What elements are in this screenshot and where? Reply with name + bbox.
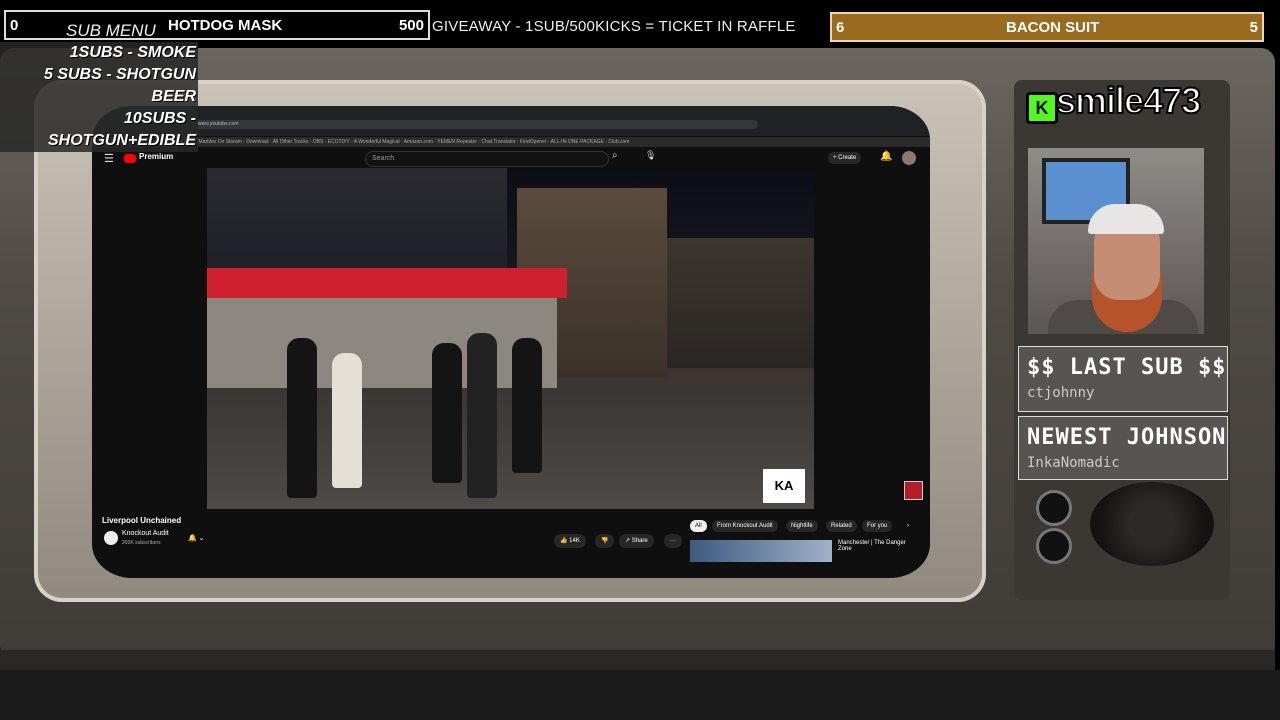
channel-name[interactable]: Knockout Audit: [122, 530, 169, 537]
channel-avatar[interactable]: [104, 531, 118, 545]
like-button[interactable]: 👍 14K: [554, 534, 586, 548]
goal-bar-left: 0 SUB MENU HOTDOG MASK 500: [4, 10, 430, 40]
share-label: Share: [631, 538, 648, 544]
dislike-button[interactable]: 👎: [595, 534, 615, 548]
floor: [0, 670, 1280, 720]
youtube-header: ☰ Premium Search ⌕ 🎙 + Create 🔔: [92, 148, 930, 168]
person: [332, 353, 362, 488]
submenu-item: 5 SUBS - SHOTGUN BEER: [43, 66, 196, 105]
shop-sign: [207, 268, 567, 298]
video-player[interactable]: KA: [207, 168, 814, 509]
chevron-right-icon[interactable]: ›: [902, 520, 914, 532]
newest-heading: NEWEST JOHNSON: [1027, 425, 1227, 450]
goal-title: HOTDOG MASK: [168, 17, 283, 34]
webcam-feed: [1028, 148, 1204, 334]
goal-target: 500: [398, 17, 424, 34]
hamburger-icon[interactable]: ☰: [104, 152, 114, 165]
search-input[interactable]: Search: [365, 151, 609, 167]
subscribe-bell-icon[interactable]: 🔔 ⌄: [188, 534, 205, 542]
streamer-hat: [1088, 204, 1164, 234]
address-bar[interactable]: www.youtube.com: [192, 120, 758, 129]
youtube-logo-text[interactable]: Premium: [139, 152, 173, 161]
last-sub-heading: $$ LAST SUB $$: [1027, 355, 1227, 380]
browser-chrome: www.youtube.com: [92, 106, 930, 136]
goal-bar-right: 6 BACON SUIT 5: [830, 12, 1264, 42]
ticker-text: GIVEAWAY - 1SUB/500KICKS = TICKET IN RAF…: [432, 18, 796, 35]
submenu-title: SUB MENU: [66, 21, 156, 40]
miniplayer-icon[interactable]: [904, 481, 923, 500]
submenu-list: 1SUBS - SMOKE 5 SUBS - SHOTGUN BEER 10SU…: [0, 42, 198, 152]
shop-interior: [207, 298, 557, 398]
bell-icon[interactable]: 🔔: [880, 151, 892, 162]
submenu-item: 10SUBS - SHOTGUN+EDIBLE: [47, 110, 196, 149]
channel-dial-icon: [1090, 482, 1214, 566]
search-icon[interactable]: ⌕: [612, 150, 618, 161]
submenu-item: 1SUBS - SMOKE: [69, 44, 196, 61]
person: [512, 338, 542, 473]
more-actions-button[interactable]: ···: [664, 534, 682, 548]
channel-watermark: KA: [763, 469, 805, 503]
avatar[interactable]: [902, 151, 916, 165]
channel-subscribers: 293K subscribers: [122, 540, 161, 546]
bookmarks-bar[interactable]: Creator Dashboard · Neppis: The magic of…: [92, 137, 930, 147]
next-video-thumbnail[interactable]: [690, 540, 832, 562]
next-video-title[interactable]: Manchester | The Danger Zone: [838, 540, 918, 552]
kick-logo-icon: K: [1026, 92, 1058, 124]
like-count: 14K: [569, 538, 580, 544]
small-knob-icon: [1036, 528, 1072, 564]
share-button[interactable]: ↗ Share: [619, 534, 654, 548]
video-title: Liverpool Unchained: [102, 516, 182, 525]
chip-from-channel[interactable]: From Knockout Audit: [712, 520, 778, 532]
goal-target: 5: [1249, 19, 1258, 36]
chip-related[interactable]: Related: [826, 520, 857, 532]
goal-title: BACON SUIT: [1006, 19, 1100, 36]
create-button[interactable]: + Create: [828, 152, 862, 164]
chip-for-you[interactable]: For you: [862, 520, 893, 532]
newest-follower-alert: NEWEST JOHNSON InkaNomadic: [1018, 416, 1228, 480]
mic-icon[interactable]: 🎙: [645, 150, 656, 161]
small-knob-icon: [1036, 490, 1072, 526]
person: [432, 343, 462, 483]
streamer-nameplate: K smile473: [1018, 79, 1228, 126]
goal-count: 6: [836, 19, 845, 36]
youtube-logo-icon[interactable]: [124, 154, 136, 163]
tv-base: [0, 650, 1275, 670]
chip-nightlife[interactable]: Nightlife: [786, 520, 818, 532]
last-sub-alert: $$ LAST SUB $$ ctjohnny: [1018, 346, 1228, 412]
last-sub-name: ctjohnny: [1027, 385, 1095, 401]
chip-all[interactable]: All: [690, 520, 707, 532]
goal-count: 0: [10, 17, 19, 34]
streamer-name: smile473: [1055, 79, 1202, 122]
newest-name: InkaNomadic: [1027, 455, 1120, 471]
person: [467, 333, 497, 498]
tv-screen: www.youtube.com Creator Dashboard · Nepp…: [92, 106, 930, 578]
building-right: [667, 238, 814, 368]
person: [287, 338, 317, 498]
